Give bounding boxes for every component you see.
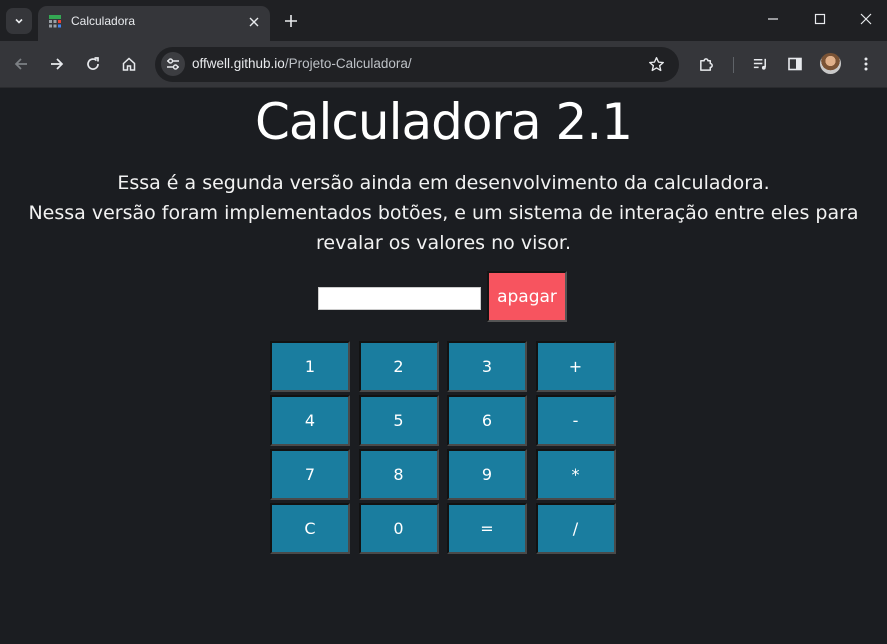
maximize-button[interactable] bbox=[807, 6, 833, 32]
url-host: offwell.github.io bbox=[192, 56, 285, 71]
page-content: Calculadora 2.1 Essa é a segunda versão … bbox=[0, 89, 887, 644]
tab-calculadora[interactable]: Calculadora bbox=[38, 6, 270, 41]
side-panel-icon bbox=[788, 57, 802, 71]
key-7[interactable]: 7 bbox=[270, 449, 350, 500]
browser-toolbar: offwell.github.io/Projeto-Calculadora/ bbox=[0, 41, 887, 88]
description-line-1: Essa é a segunda versão ainda em desenvo… bbox=[117, 172, 770, 194]
home-icon bbox=[122, 57, 136, 71]
key-clear[interactable]: C bbox=[270, 503, 350, 554]
new-tab-button[interactable] bbox=[280, 10, 302, 32]
browser-menu-button[interactable] bbox=[852, 50, 880, 78]
keypad: 1 2 3 + 4 5 6 - 7 8 9 * C 0 = / bbox=[270, 341, 620, 554]
kebab-menu-icon bbox=[864, 57, 868, 71]
close-window-button[interactable] bbox=[853, 6, 879, 32]
key-6[interactable]: 6 bbox=[447, 395, 527, 446]
minimize-icon bbox=[768, 18, 778, 20]
url-path: /Projeto-Calculadora/ bbox=[284, 56, 412, 71]
site-info-button[interactable] bbox=[161, 52, 185, 76]
key-1[interactable]: 1 bbox=[270, 341, 350, 392]
chevron-down-icon bbox=[15, 18, 23, 24]
key-equals[interactable]: = bbox=[447, 503, 527, 554]
address-bar[interactable]: offwell.github.io/Projeto-Calculadora/ bbox=[155, 47, 679, 82]
key-9[interactable]: 9 bbox=[447, 449, 527, 500]
bookmark-button[interactable] bbox=[647, 55, 665, 73]
puzzle-icon bbox=[699, 57, 713, 71]
extensions-button[interactable] bbox=[692, 50, 720, 78]
reload-button[interactable] bbox=[79, 50, 107, 78]
key-3[interactable]: 3 bbox=[447, 341, 527, 392]
reload-icon bbox=[87, 57, 99, 70]
close-icon bbox=[249, 17, 259, 27]
tab-search-button[interactable] bbox=[6, 8, 32, 34]
tab-close-button[interactable] bbox=[246, 14, 262, 30]
back-button[interactable] bbox=[7, 50, 35, 78]
page-description: Essa é a segunda versão ainda em desenvo… bbox=[0, 168, 887, 258]
profile-avatar[interactable] bbox=[820, 53, 841, 74]
forward-button[interactable] bbox=[43, 50, 71, 78]
arrow-left-icon bbox=[14, 58, 27, 70]
description-line-2: Nessa versão foram implementados botões,… bbox=[28, 202, 859, 254]
home-button[interactable] bbox=[115, 50, 143, 78]
page-title: Calculadora 2.1 bbox=[254, 93, 633, 151]
arrow-right-icon bbox=[51, 58, 64, 70]
toolbar-divider bbox=[733, 57, 734, 73]
minimize-button[interactable] bbox=[760, 6, 786, 32]
tab-title: Calculadora bbox=[71, 14, 136, 28]
maximize-icon bbox=[814, 13, 826, 25]
plus-icon bbox=[285, 15, 297, 27]
tune-icon bbox=[167, 58, 179, 70]
key-8[interactable]: 8 bbox=[358, 449, 439, 500]
key-4[interactable]: 4 bbox=[270, 395, 350, 446]
key-0[interactable]: 0 bbox=[358, 503, 439, 554]
key-divide[interactable]: / bbox=[535, 503, 616, 554]
calculator-icon bbox=[49, 15, 61, 28]
clear-button[interactable]: apagar bbox=[487, 271, 567, 322]
playlist-icon bbox=[753, 58, 766, 70]
key-5[interactable]: 5 bbox=[358, 395, 439, 446]
side-panel-button[interactable] bbox=[781, 50, 809, 78]
calculator-display[interactable] bbox=[318, 287, 481, 310]
media-controls-button[interactable] bbox=[746, 50, 774, 78]
tab-strip: Calculadora bbox=[0, 0, 887, 41]
close-icon bbox=[860, 13, 872, 25]
key-multiply[interactable]: * bbox=[535, 449, 616, 500]
key-plus[interactable]: + bbox=[535, 341, 616, 392]
key-minus[interactable]: - bbox=[535, 395, 616, 446]
url-text: offwell.github.io/Projeto-Calculadora/ bbox=[192, 56, 412, 71]
key-2[interactable]: 2 bbox=[358, 341, 439, 392]
star-icon bbox=[648, 56, 664, 71]
